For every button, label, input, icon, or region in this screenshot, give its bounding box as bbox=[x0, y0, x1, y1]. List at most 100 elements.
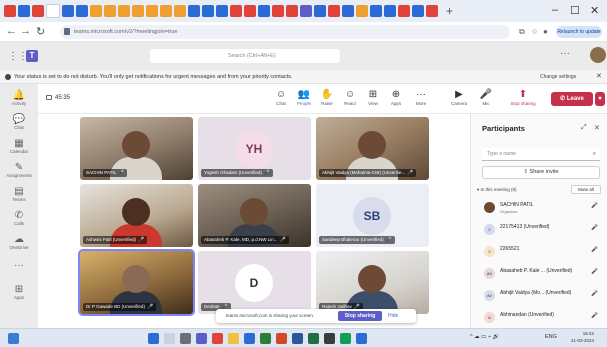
tab-favicon[interactable] bbox=[356, 5, 368, 17]
bookmark-star-icon[interactable]: ☆ bbox=[531, 27, 538, 36]
in-meeting-section-toggle[interactable]: ▾ In this meeting (8) bbox=[477, 187, 517, 193]
tab-favicon[interactable] bbox=[384, 5, 396, 17]
participant-row[interactable]: 2 2265521 🎤 bbox=[482, 244, 602, 260]
more-button[interactable]: ··· More bbox=[410, 88, 432, 107]
video-tile[interactable]: SB Sandeep Bhalerao (Unverified) 🎤 bbox=[316, 184, 429, 247]
extensions-icon[interactable]: ⧉ bbox=[519, 27, 525, 37]
video-tile[interactable]: Rajesh Jadhav 🎤 bbox=[316, 251, 429, 314]
rail-item-calls[interactable]: ✆ Calls bbox=[0, 210, 38, 227]
tab-favicon[interactable] bbox=[426, 5, 438, 17]
mute-all-button[interactable]: Mute all bbox=[571, 185, 601, 194]
teams-search-input[interactable]: Search (Ctrl+Alt+E) bbox=[150, 49, 340, 63]
app-launcher-icon[interactable]: ⋮⋮ bbox=[8, 51, 28, 62]
change-settings-button[interactable]: Change settings bbox=[540, 70, 576, 84]
participant-row[interactable]: A Abhinandan (Unverified) 🎤 bbox=[482, 310, 602, 326]
leave-options-chevron-icon[interactable]: ▾ bbox=[595, 92, 605, 106]
widgets-icon[interactable] bbox=[8, 333, 19, 344]
back-icon[interactable]: ← bbox=[6, 25, 17, 37]
tab-favicon[interactable] bbox=[90, 5, 102, 17]
stop-sharing-toolbar-button[interactable]: ⬆ Stop sharing bbox=[506, 88, 540, 107]
tab-favicon[interactable] bbox=[412, 5, 424, 17]
rail-item-more[interactable]: ··· bbox=[0, 260, 38, 271]
stop-sharing-button[interactable]: Stop sharing bbox=[338, 311, 382, 321]
video-tile-speaking[interactable]: Dr P Gawade BD (Unverified) 🎤 bbox=[78, 249, 195, 316]
banner-close-icon[interactable]: ✕ bbox=[596, 70, 602, 84]
share-invite-button[interactable]: ⇪ Share invite bbox=[482, 166, 600, 179]
panel-close-icon[interactable]: ✕ bbox=[594, 124, 600, 132]
edge-icon[interactable] bbox=[244, 333, 255, 344]
raise-hand-button[interactable]: ✋ Raise bbox=[316, 88, 338, 107]
tab-favicon[interactable] bbox=[174, 5, 186, 17]
tab-favicon[interactable] bbox=[216, 5, 228, 17]
close-window-button[interactable]: ✕ bbox=[590, 4, 599, 17]
forward-icon[interactable]: → bbox=[20, 25, 31, 37]
microphone-icon[interactable]: 🎤 bbox=[591, 225, 598, 231]
tab-favicon[interactable] bbox=[76, 5, 88, 17]
relaunch-button[interactable]: Relaunch to update bbox=[556, 26, 602, 38]
chrome-icon[interactable] bbox=[212, 333, 223, 344]
tab-favicon[interactable] bbox=[188, 5, 200, 17]
participant-row[interactable]: SACHIN PATIL Organizer 🎤 bbox=[482, 200, 602, 216]
tab-favicon[interactable] bbox=[272, 5, 284, 17]
participant-row[interactable]: AV Abhijit Vaidya (Mo... (Unverified) 🎤 bbox=[482, 288, 602, 304]
tab-favicon[interactable] bbox=[32, 5, 44, 17]
powerpoint-icon[interactable] bbox=[276, 333, 287, 344]
participant-row[interactable]: AK Abasaheb P. Kale ... (Unverified) 🎤 bbox=[482, 266, 602, 282]
hide-button[interactable]: Hide bbox=[388, 309, 398, 323]
chat-button[interactable]: ☺ Chat bbox=[270, 88, 292, 107]
tab-favicon[interactable] bbox=[286, 5, 298, 17]
app-icon[interactable] bbox=[356, 333, 367, 344]
rail-item-onedrive[interactable]: ☁ OneDrive bbox=[0, 234, 38, 251]
tab-favicon[interactable] bbox=[230, 5, 242, 17]
video-tile[interactable]: D Deolate 🎤 bbox=[198, 251, 311, 314]
view-button[interactable]: ⊞ View bbox=[362, 88, 384, 107]
word-icon[interactable] bbox=[292, 333, 303, 344]
tab-favicon[interactable] bbox=[300, 5, 312, 17]
popout-icon[interactable]: ⤢ bbox=[581, 124, 587, 132]
app-icon[interactable] bbox=[324, 333, 335, 344]
video-tile[interactable]: YH Yogesh Ghadam (Unverified) 🎤 bbox=[198, 117, 311, 180]
mic-button[interactable]: 🎤 Mic bbox=[475, 88, 497, 107]
app-icon[interactable] bbox=[340, 333, 351, 344]
rail-item-chat[interactable]: 💬 Chat bbox=[0, 114, 38, 131]
rail-item-calendar[interactable]: ▦ Calendar bbox=[0, 138, 38, 155]
start-menu-icon[interactable] bbox=[148, 333, 159, 344]
new-tab-button[interactable]: + bbox=[446, 4, 453, 18]
search-icon[interactable] bbox=[164, 333, 175, 344]
video-tile[interactable]: SACHIN PATIL 🎤 bbox=[80, 117, 193, 180]
camera-button[interactable]: ▶ Camera bbox=[448, 88, 470, 107]
video-tile[interactable]: Abhijit Vaidya (Mahatma-CIB) (Unverifie.… bbox=[316, 117, 429, 180]
excel-icon[interactable] bbox=[260, 333, 271, 344]
rail-item-activity[interactable]: 🔔 Activity bbox=[0, 90, 38, 107]
apps-button[interactable]: ⊕ Apps bbox=[385, 88, 407, 107]
participant-row[interactable]: 2 22175413 (Unverified) 🎤 bbox=[482, 222, 602, 238]
tab-favicon[interactable] bbox=[118, 5, 130, 17]
tab-favicon[interactable] bbox=[132, 5, 144, 17]
task-view-icon[interactable] bbox=[180, 333, 191, 344]
profile-icon[interactable]: ● bbox=[543, 27, 548, 36]
url-field[interactable]: teams.microsoft.com/v2/?meetingjoin=true bbox=[60, 25, 510, 39]
tab-favicon[interactable] bbox=[146, 5, 158, 17]
rail-item-apps[interactable]: ⊞ Apps bbox=[0, 284, 38, 301]
tab-favicon[interactable] bbox=[244, 5, 256, 17]
teams-icon[interactable] bbox=[196, 333, 207, 344]
user-avatar[interactable] bbox=[590, 47, 606, 63]
people-button[interactable]: 👥 People bbox=[293, 88, 315, 107]
tab-favicon[interactable] bbox=[370, 5, 382, 17]
rail-item-teams[interactable]: ▤ Teams bbox=[0, 186, 38, 203]
microphone-icon[interactable]: 🎤 bbox=[591, 291, 598, 297]
language-indicator[interactable]: ENG bbox=[545, 334, 557, 340]
tab-favicon[interactable] bbox=[342, 5, 354, 17]
participant-search-input[interactable]: Type a name ⌕ bbox=[482, 148, 600, 161]
microphone-icon[interactable]: 🎤 bbox=[591, 313, 598, 319]
reload-icon[interactable]: ↻ bbox=[36, 25, 45, 38]
tab-favicon[interactable] bbox=[160, 5, 172, 17]
app-icon[interactable] bbox=[308, 333, 319, 344]
rail-item-assignments[interactable]: ✎ Assignments bbox=[0, 162, 38, 179]
tab-favicon[interactable] bbox=[328, 5, 340, 17]
video-tile[interactable]: Abasaheb P. Kale, MD, p.d.NW Lin... 🎤 bbox=[198, 184, 311, 247]
maximize-button[interactable]: ☐ bbox=[570, 4, 580, 17]
tab-favicon[interactable] bbox=[62, 5, 74, 17]
tab-favicon[interactable] bbox=[104, 5, 116, 17]
microphone-icon[interactable]: 🎤 bbox=[591, 269, 598, 275]
